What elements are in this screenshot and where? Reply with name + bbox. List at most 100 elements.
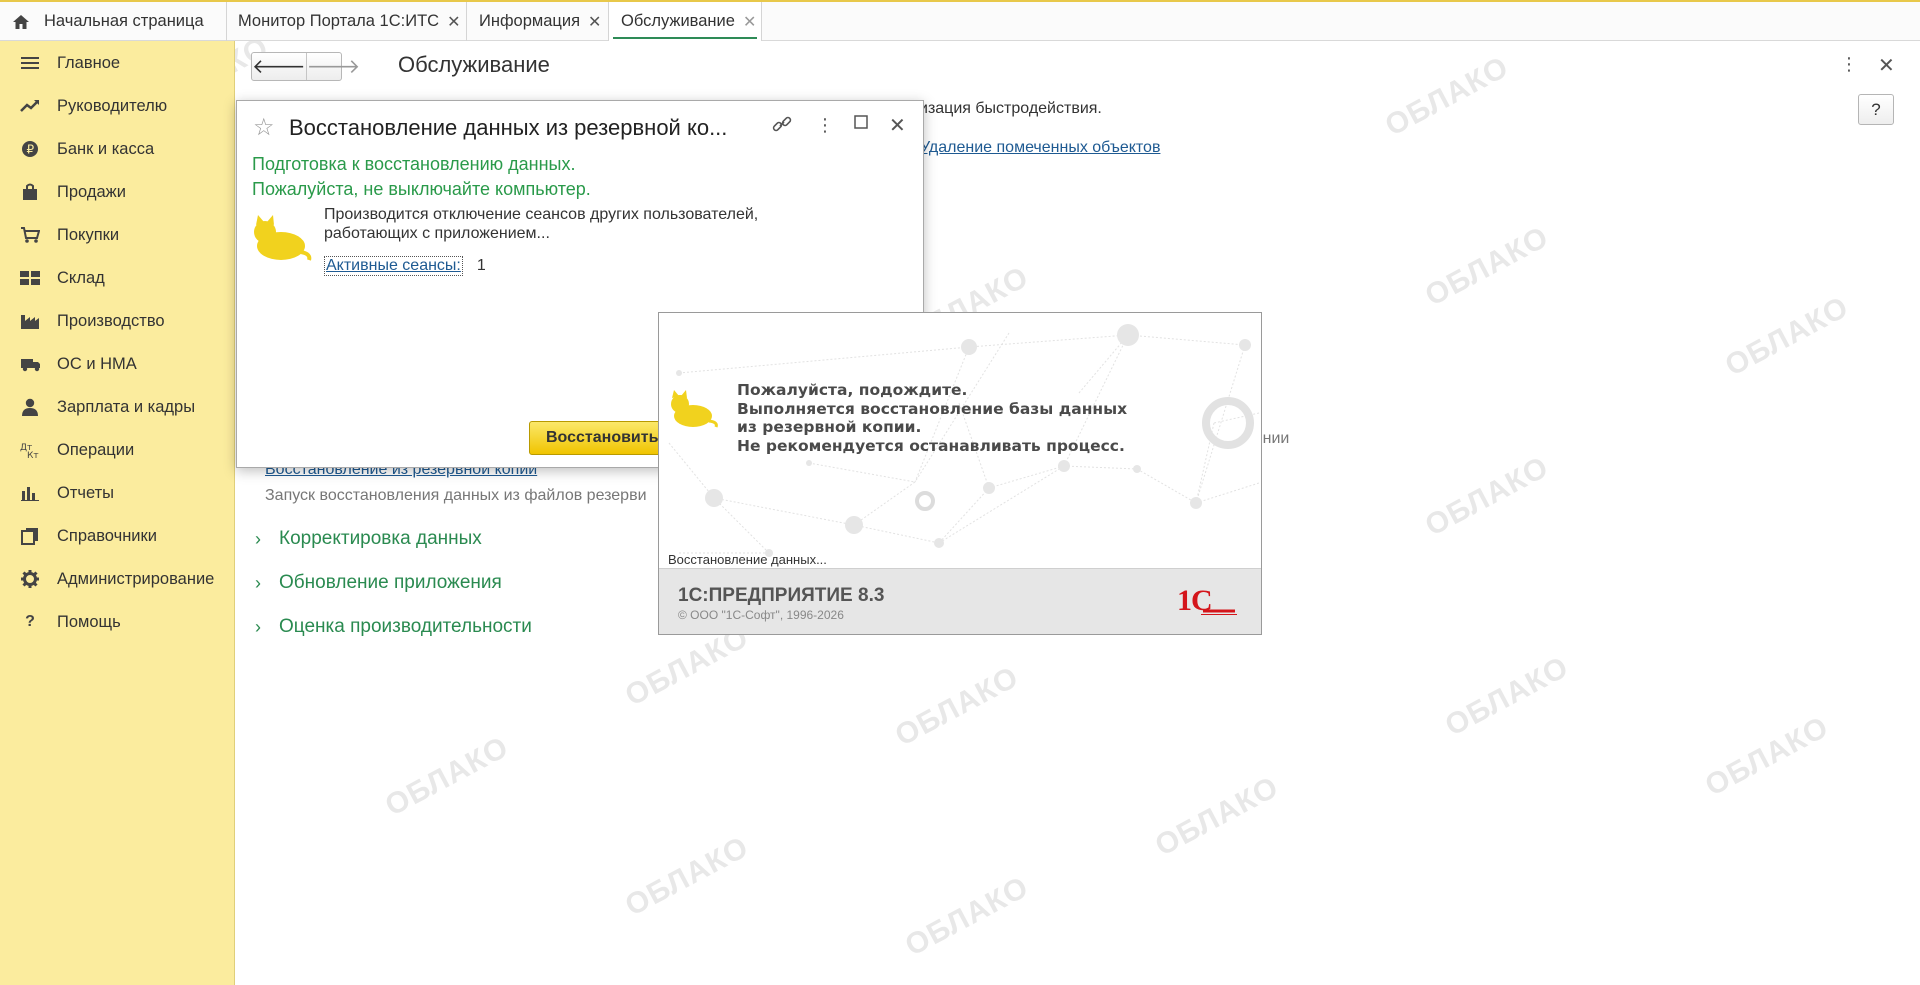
sidebar-item-purchases[interactable]: Покупки: [0, 217, 235, 253]
trend-icon: [20, 96, 40, 116]
splash-message-line: из резервной копии.: [737, 418, 922, 436]
sidebar-item-label: Справочники: [57, 526, 157, 545]
tab-label: Монитор Портала 1С:ИТС: [238, 12, 440, 30]
close-icon[interactable]: ✕: [1878, 53, 1895, 78]
cat-icon: [254, 215, 312, 261]
tab-home-label: Начальная страница: [44, 12, 204, 30]
watermark: ОБЛАКО: [1439, 650, 1575, 743]
cart-icon: [20, 225, 40, 245]
tab-label: Обслуживание: [621, 12, 735, 30]
active-sessions-count: 1: [476, 257, 486, 274]
more-options-icon[interactable]: ⋮: [816, 115, 834, 136]
svg-text:Кт: Кт: [27, 451, 39, 459]
maximize-icon[interactable]: [854, 113, 868, 134]
watermark: ОБЛАКО: [889, 660, 1025, 753]
sidebar-item-sales[interactable]: Продажи: [0, 174, 235, 210]
link-icon[interactable]: [772, 115, 792, 138]
sidebar-item-bank[interactable]: ₽ Банк и касса: [0, 131, 235, 167]
close-icon[interactable]: ✕: [588, 12, 601, 32]
person-icon: [20, 397, 40, 417]
factory-icon: [20, 311, 40, 331]
status-line-1: Подготовка к восстановлению данных.: [252, 154, 576, 174]
dialog-title: Восстановление данных из резервной ко...: [289, 115, 728, 140]
tab-its-monitor[interactable]: Монитор Портала 1С:ИТС ✕: [226, 2, 467, 41]
bar-chart-icon: [20, 483, 40, 503]
product-name: 1С:ПРЕДПРИЯТИЕ 8.3: [678, 585, 885, 606]
sidebar-item-production[interactable]: Производство: [0, 303, 235, 339]
svg-text:₽: ₽: [27, 143, 35, 157]
question-icon: ?: [25, 613, 35, 630]
ruble-icon: ₽: [20, 139, 40, 159]
restore-button[interactable]: Восстановить: [529, 421, 669, 455]
sidebar-item-label: Администрирование: [57, 569, 215, 588]
copyright: © ООО "1С-Софт", 1996-2026: [678, 608, 844, 622]
section-label: Обновление приложения: [279, 572, 502, 593]
splash-message: Пожалуйста, подождите. Выполняется восст…: [737, 381, 1127, 455]
sidebar-item-warehouse[interactable]: Склад: [0, 260, 235, 296]
section-data-correction[interactable]: › Корректировка данных: [255, 528, 482, 550]
close-icon[interactable]: ✕: [889, 113, 906, 138]
chevron-right-icon: ›: [255, 572, 261, 593]
sidebar-item-label: Руководителю: [57, 96, 168, 115]
sidebar-item-label: Производство: [57, 311, 165, 330]
sidebar-item-main[interactable]: Главное: [0, 45, 235, 81]
info-line-1: Производится отключение сеансов других п…: [324, 206, 759, 223]
sidebar-item-reports[interactable]: Отчеты: [0, 475, 235, 511]
status-line-2: Пожалуйста, не выключайте компьютер.: [252, 179, 591, 199]
info-line-2: работающих с приложением...: [324, 225, 550, 242]
forward-arrow-icon[interactable]: 🡒: [307, 53, 361, 80]
splash-footer: 1С:ПРЕДПРИЯТИЕ 8.3 © ООО "1С-Софт", 1996…: [659, 568, 1261, 634]
page-title: Обслуживание: [398, 52, 550, 77]
sidebar-item-salary[interactable]: Зарплата и кадры: [0, 389, 235, 425]
watermark: ОБЛАКО: [1699, 710, 1835, 803]
close-icon[interactable]: ✕: [743, 12, 756, 32]
section-app-update[interactable]: › Обновление приложения: [255, 572, 502, 594]
close-icon[interactable]: ✕: [447, 12, 460, 32]
splash-message-line: Пожалуйста, подождите.: [737, 381, 968, 399]
more-options-icon[interactable]: ⋮: [1840, 54, 1858, 75]
warehouse-icon: [20, 268, 40, 288]
sidebar-item-fixed-assets[interactable]: ОС и НМА: [0, 346, 235, 382]
splash-screen: Пожалуйста, подождите. Выполняется восст…: [658, 312, 1262, 635]
sidebar-item-label: Покупки: [57, 225, 120, 244]
sidebar-item-label: Продажи: [57, 182, 126, 201]
watermark: ОБЛАКО: [1719, 290, 1855, 383]
dt-kt-icon: Дт Кт: [20, 440, 40, 460]
watermark: ОБЛАКО: [1419, 220, 1555, 313]
tab-label: Информация: [479, 12, 581, 30]
sidebar-item-manager[interactable]: Руководителю: [0, 88, 235, 124]
star-icon[interactable]: ☆: [253, 113, 275, 142]
nav-buttons: 🡐 🡒: [251, 52, 360, 81]
watermark: ОБЛАКО: [619, 830, 755, 923]
sidebar-item-label: Зарплата и кадры: [57, 397, 196, 416]
chevron-right-icon: ›: [255, 528, 261, 549]
active-sessions: Активные сеансы: 1: [324, 256, 486, 276]
section-label: Корректировка данных: [279, 528, 482, 549]
sidebar-item-help[interactable]: ? Помощь: [0, 604, 235, 640]
optimization-text: мизация быстродействия.: [908, 100, 1102, 117]
splash-message-line: Выполняется восстановление базы данных: [737, 399, 1128, 418]
help-button[interactable]: ?: [1858, 94, 1894, 125]
chevron-right-icon: ›: [255, 616, 261, 637]
tab-information[interactable]: Информация ✕: [467, 2, 609, 41]
section-performance[interactable]: › Оценка производительности: [255, 616, 532, 638]
sidebar-item-label: Склад: [57, 268, 105, 287]
sidebar-item-administration[interactable]: Администрирование: [0, 561, 235, 597]
watermark: ОБЛАКО: [1419, 450, 1555, 543]
back-arrow-icon[interactable]: 🡐: [252, 53, 307, 80]
watermark: ОБЛАКО: [1379, 50, 1515, 143]
sidebar-item-label: Главное: [57, 53, 121, 72]
watermark: ОБЛАКО: [379, 730, 515, 823]
sidebar-item-directories[interactable]: Справочники: [0, 518, 235, 554]
sidebar-item-label: Банк и касса: [57, 139, 155, 158]
tab-home[interactable]: Начальная страница: [0, 2, 227, 41]
tab-maintenance[interactable]: Обслуживание ✕: [609, 2, 762, 41]
watermark: ОБЛАКО: [1149, 770, 1285, 863]
sidebar-item-label: Отчеты: [57, 483, 115, 502]
section-label: Оценка производительности: [279, 616, 532, 637]
delete-marked-objects-link[interactable]: Удаление помеченных объектов: [920, 139, 1160, 157]
sidebar-item-operations[interactable]: Дт Кт Операции: [0, 432, 235, 468]
cat-icon: [671, 390, 718, 428]
sidebar-item-label: ОС и НМА: [57, 354, 137, 373]
active-sessions-link[interactable]: Активные сеансы:: [324, 256, 463, 276]
